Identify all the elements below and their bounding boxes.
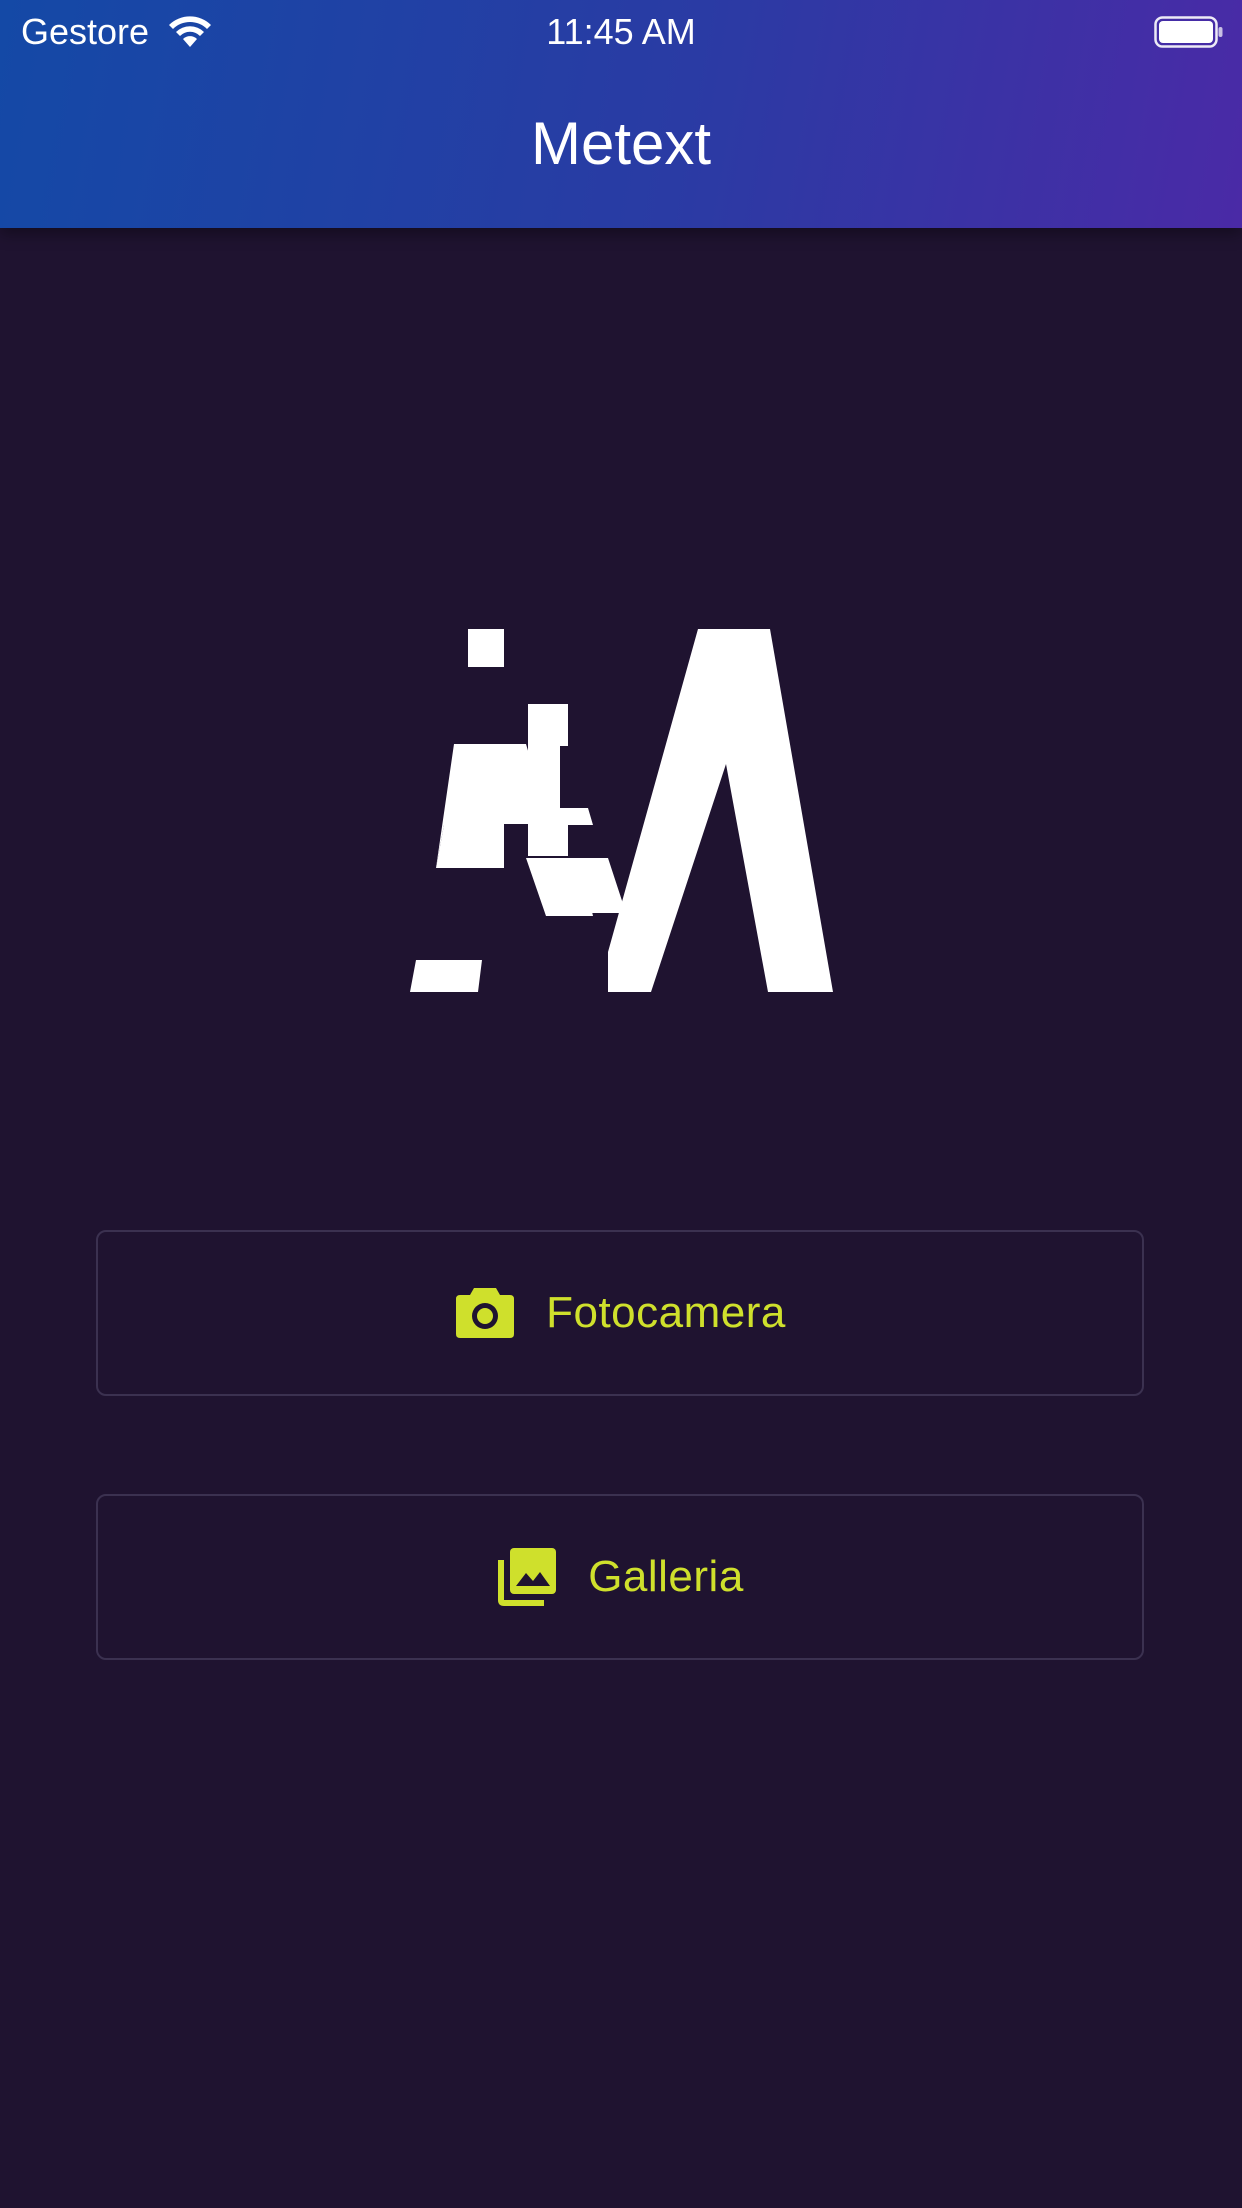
gallery-button-label: Galleria bbox=[588, 1552, 744, 1601]
camera-button[interactable]: Fotocamera bbox=[96, 1230, 1144, 1396]
battery-icon bbox=[1154, 16, 1223, 48]
status-time: 11:45 AM bbox=[546, 11, 696, 52]
camera-button-label: Fotocamera bbox=[546, 1288, 786, 1337]
camera-icon bbox=[456, 1288, 515, 1338]
metext-logo bbox=[410, 629, 833, 992]
app-header: Gestore 11:45 AM Metext bbox=[0, 0, 1242, 228]
app-title: Metext bbox=[530, 110, 712, 177]
photo-library-icon bbox=[498, 1548, 557, 1606]
gallery-button[interactable]: Galleria bbox=[96, 1494, 1144, 1660]
status-bar: Gestore 11:45 AM bbox=[0, 0, 1242, 62]
